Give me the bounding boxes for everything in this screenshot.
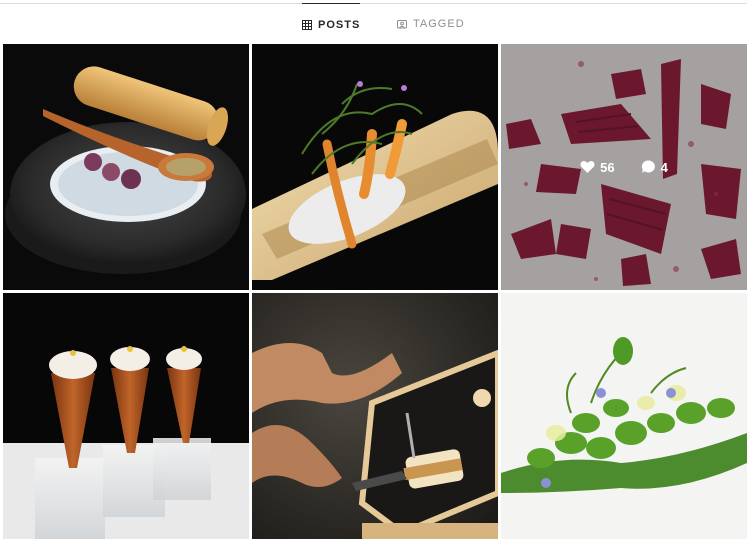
post-image-green-beans-plate: [501, 293, 747, 539]
post-tile[interactable]: [252, 293, 498, 539]
tab-tagged[interactable]: TAGGED: [397, 3, 465, 44]
tag-portrait-icon: [397, 19, 407, 29]
comments-count: 4: [660, 159, 668, 175]
post-tile[interactable]: [252, 44, 498, 290]
likes-stat: 56: [580, 159, 615, 175]
profile-tabs: POSTS TAGGED: [0, 0, 747, 44]
tab-posts[interactable]: POSTS: [302, 3, 361, 45]
heart-icon: [580, 160, 595, 174]
post-tile[interactable]: 56 4: [501, 44, 747, 290]
post-image-bamboo-carrots: [252, 44, 498, 290]
post-tile[interactable]: [501, 293, 747, 539]
post-tile[interactable]: [3, 293, 249, 539]
comments-stat: 4: [641, 160, 668, 175]
post-image-dessert-bowl: [3, 44, 249, 290]
post-image-chef-plating: [252, 293, 498, 539]
likes-count: 56: [600, 159, 615, 175]
posts-grid: 56 4: [3, 44, 747, 539]
post-hover-overlay: 56 4: [501, 44, 747, 290]
post-image-cones-on-glass: [3, 293, 249, 539]
comment-icon: [641, 160, 656, 174]
tab-posts-label: POSTS: [318, 18, 361, 31]
post-tile[interactable]: [3, 44, 249, 290]
tab-tagged-label: TAGGED: [413, 17, 465, 30]
grid-icon: [302, 19, 312, 30]
